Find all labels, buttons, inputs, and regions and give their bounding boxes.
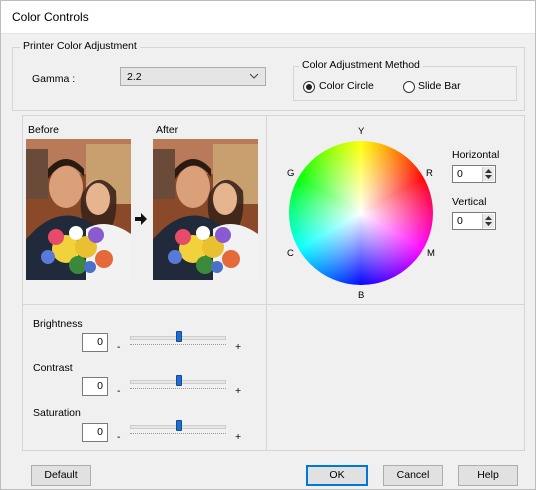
radio-color-circle[interactable]: Color Circle bbox=[303, 80, 383, 94]
color-adjustment-method-label: Color Adjustment Method bbox=[299, 59, 423, 71]
vertical-spinner[interactable]: 0 bbox=[452, 212, 496, 230]
wheel-label-g: G bbox=[287, 168, 295, 179]
wheel-label-y: Y bbox=[358, 126, 365, 137]
saturation-value: 0 bbox=[97, 426, 103, 438]
brightness-minus: - bbox=[117, 341, 121, 353]
window-title: Color Controls bbox=[12, 10, 89, 24]
saturation-slider[interactable] bbox=[126, 419, 230, 437]
before-label: Before bbox=[28, 124, 59, 136]
printer-color-adjustment-label: Printer Color Adjustment bbox=[20, 40, 140, 52]
contrast-slider-thumb[interactable] bbox=[176, 375, 182, 386]
ok-button[interactable]: OK bbox=[306, 465, 368, 486]
brightness-slider-thumb[interactable] bbox=[176, 331, 182, 342]
radio-color-circle-indicator[interactable] bbox=[303, 81, 315, 93]
color-wheel-center-marker: + bbox=[357, 205, 365, 220]
gamma-value: 2.2 bbox=[127, 71, 142, 83]
saturation-plus: + bbox=[235, 431, 242, 443]
radio-slide-bar[interactable]: Slide Bar bbox=[403, 80, 483, 94]
cancel-button[interactable]: Cancel bbox=[383, 465, 443, 486]
arrow-right-icon bbox=[135, 213, 147, 225]
horizontal-spinner[interactable]: 0 bbox=[452, 165, 496, 183]
spin-down-icon[interactable] bbox=[483, 221, 494, 228]
contrast-plus: + bbox=[235, 385, 242, 397]
wheel-label-r: R bbox=[426, 168, 433, 179]
chevron-down-icon bbox=[249, 73, 259, 79]
wheel-label-b: B bbox=[358, 290, 365, 301]
contrast-label: Contrast bbox=[33, 362, 73, 374]
brightness-slider[interactable] bbox=[126, 330, 230, 348]
title-bar: Color Controls bbox=[0, 0, 536, 34]
before-preview-image bbox=[26, 139, 131, 280]
saturation-slider-ticks bbox=[130, 433, 226, 437]
contrast-value: 0 bbox=[97, 380, 103, 392]
brightness-label: Brightness bbox=[33, 318, 83, 330]
horizontal-spin-buttons bbox=[482, 167, 494, 182]
radio-color-circle-label: Color Circle bbox=[319, 80, 374, 92]
saturation-slider-thumb[interactable] bbox=[176, 420, 182, 431]
panel-left-divider bbox=[23, 304, 266, 305]
after-preview-image bbox=[153, 139, 258, 280]
contrast-slider[interactable] bbox=[126, 374, 230, 392]
spin-up-icon[interactable] bbox=[483, 167, 494, 174]
vertical-spin-buttons bbox=[482, 214, 494, 229]
gamma-label: Gamma : bbox=[32, 73, 76, 85]
vertical-value: 0 bbox=[457, 215, 463, 227]
spin-down-icon[interactable] bbox=[483, 174, 494, 181]
wheel-label-c: C bbox=[287, 248, 294, 259]
panel-vertical-divider bbox=[266, 116, 267, 450]
panel-right-divider bbox=[267, 304, 525, 305]
saturation-value-field[interactable]: 0 bbox=[82, 423, 108, 442]
vertical-label: Vertical bbox=[452, 196, 487, 208]
contrast-slider-ticks bbox=[130, 388, 226, 392]
help-button[interactable]: Help bbox=[458, 465, 518, 486]
after-label: After bbox=[156, 124, 179, 136]
radio-slide-bar-label: Slide Bar bbox=[418, 80, 461, 92]
horizontal-value: 0 bbox=[457, 168, 463, 180]
brightness-slider-ticks bbox=[130, 344, 226, 348]
default-button[interactable]: Default bbox=[31, 465, 91, 486]
brightness-value: 0 bbox=[97, 336, 103, 348]
radio-slide-bar-indicator[interactable] bbox=[403, 81, 415, 93]
contrast-minus: - bbox=[117, 385, 121, 397]
horizontal-label: Horizontal bbox=[452, 149, 500, 161]
brightness-plus: + bbox=[235, 341, 242, 353]
brightness-value-field[interactable]: 0 bbox=[82, 333, 108, 352]
wheel-label-m: M bbox=[427, 248, 435, 259]
saturation-minus: - bbox=[117, 431, 121, 443]
saturation-label: Saturation bbox=[33, 407, 81, 419]
spin-up-icon[interactable] bbox=[483, 214, 494, 221]
gamma-select[interactable]: 2.2 bbox=[120, 67, 266, 86]
contrast-value-field[interactable]: 0 bbox=[82, 377, 108, 396]
radio-selected-dot bbox=[306, 84, 312, 90]
